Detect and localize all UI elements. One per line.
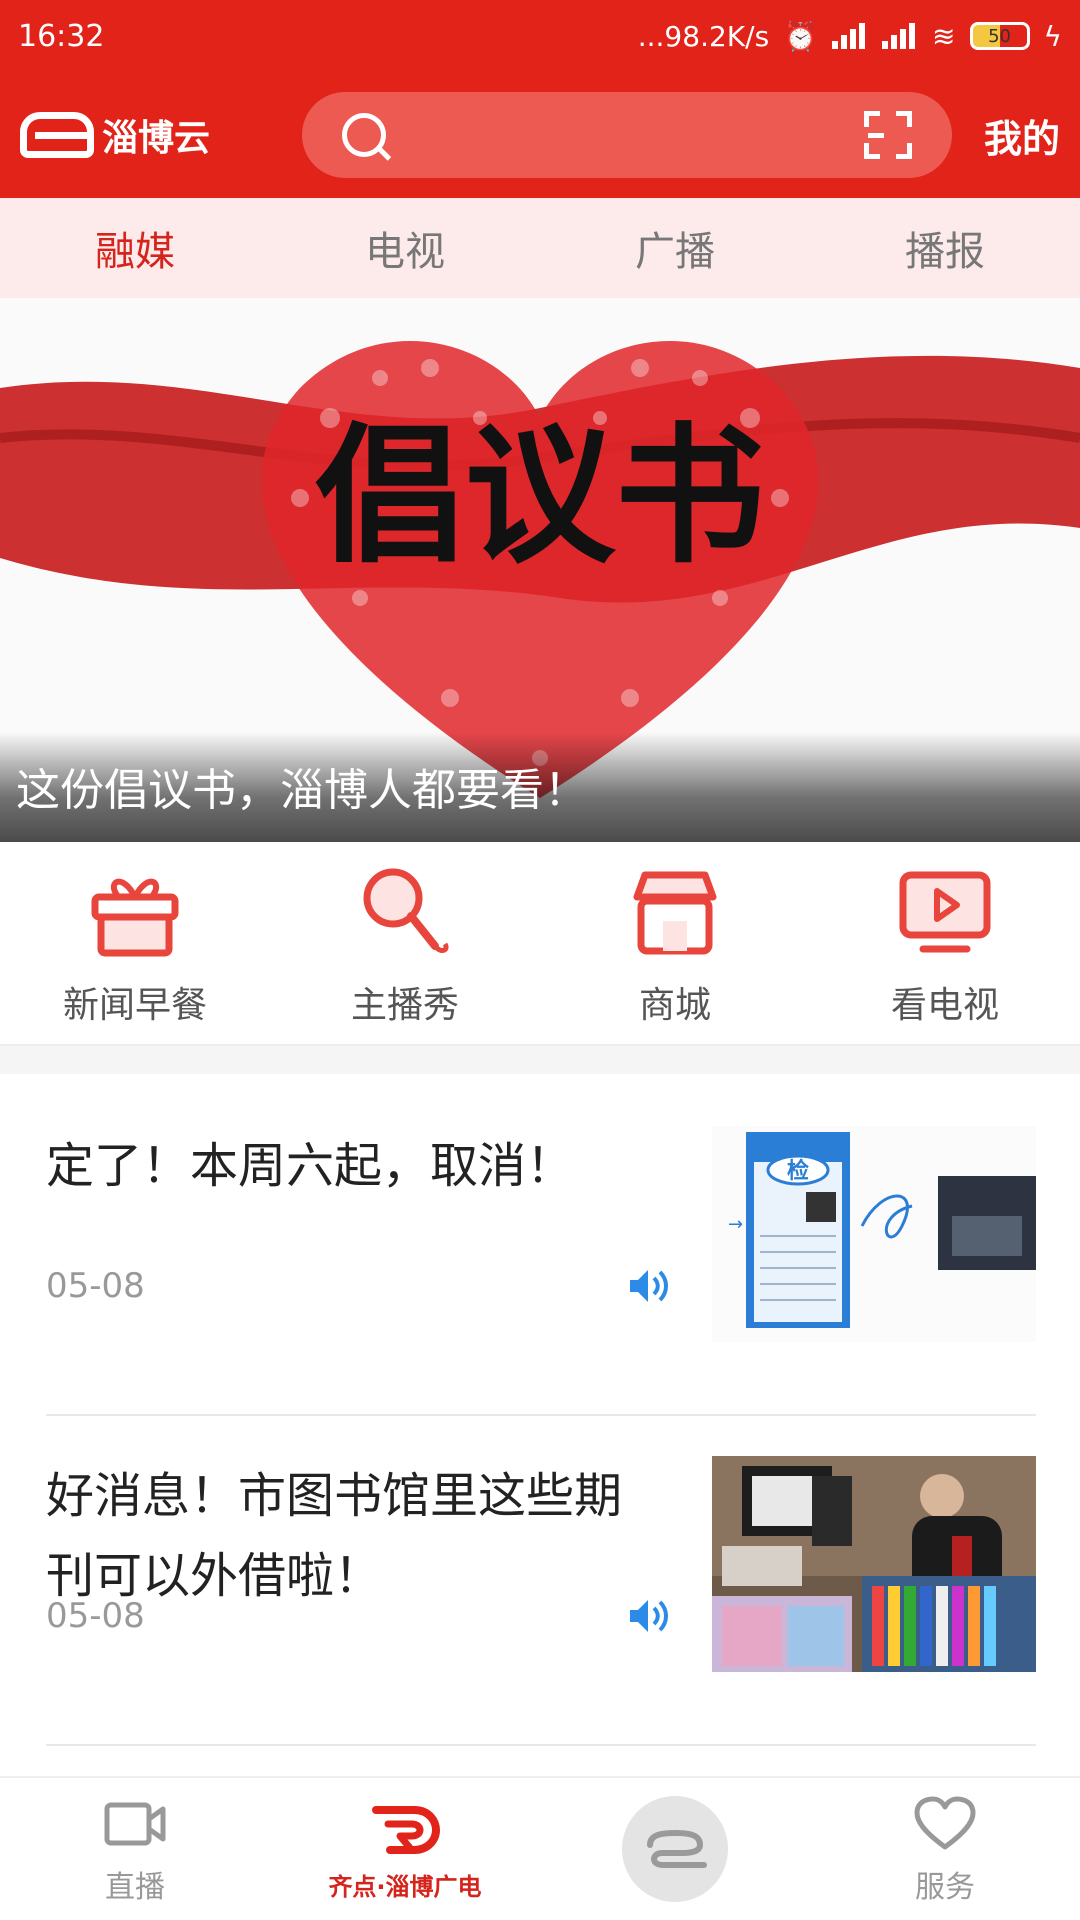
tab-tv[interactable]: 电视 [270, 198, 540, 298]
quick-link-label: 主播秀 [350, 985, 459, 1026]
status-time: 16:32 [18, 18, 105, 54]
cell-signal-icon [832, 23, 868, 49]
scan-icon[interactable] [864, 111, 912, 159]
qidian-logo-icon [370, 1797, 440, 1861]
zibo-cloud-logo-icon [20, 112, 94, 158]
nav-label: 服务 [915, 1870, 975, 1905]
my-profile-link[interactable]: 我的 [984, 108, 1060, 163]
brand-name: 淄博云 [102, 118, 211, 159]
quick-link-mall[interactable]: 商城 [540, 842, 810, 1044]
battery-level: 50 [988, 25, 1011, 47]
gift-icon [80, 862, 190, 962]
channel-tabs: 融媒 电视 广播 播报 [0, 198, 1080, 298]
nav-qidian[interactable]: 齐点·淄博广电 [270, 1778, 540, 1920]
brand-logo[interactable]: 淄博云 [20, 109, 280, 161]
cell-signal-2-icon [882, 23, 918, 49]
quick-link-label: 看电视 [890, 985, 999, 1026]
news-thumbnail: 检 → [712, 1126, 1036, 1342]
search-bar[interactable] [302, 92, 952, 178]
wifi-icon: ≋ [932, 19, 956, 53]
bottom-nav: 直播 齐点·淄博广电 服务 [0, 1776, 1080, 1920]
news-thumbnail [712, 1456, 1036, 1672]
status-bar: 16:32 ...98.2K/s ⏰ ≋ 50 ϟ [0, 0, 1080, 72]
banner-calligraphy: 倡议书 [315, 408, 765, 584]
news-title: 好消息！市图书馆里这些期刊可以外借啦！ [46, 1468, 623, 1604]
app-header: 淄博云 我的 [0, 72, 1080, 198]
quick-link-label: 新闻早餐 [62, 985, 207, 1026]
microphone-icon [350, 862, 460, 962]
tab-radio[interactable]: 广播 [540, 198, 810, 298]
quick-link-anchor-show[interactable]: 主播秀 [270, 842, 540, 1044]
charging-icon: ϟ [1043, 19, 1062, 53]
news-date: 05-08 [46, 1266, 145, 1306]
nav-label: 直播 [105, 1870, 165, 1905]
nav-live[interactable]: 直播 [0, 1778, 270, 1920]
audio-speaker-icon[interactable] [626, 1266, 670, 1306]
section-divider [0, 1046, 1080, 1074]
nav-home-center[interactable] [540, 1778, 810, 1920]
audio-speaker-icon[interactable] [626, 1596, 670, 1636]
news-title: 定了！本周六起，取消！ [46, 1138, 575, 1194]
quick-link-label: 商城 [638, 985, 711, 1026]
network-speed: ...98.2K/s [637, 19, 770, 53]
quick-links: 新闻早餐 主播秀 商城 看电视 [0, 842, 1080, 1046]
status-indicators: ...98.2K/s ⏰ ≋ 50 ϟ [638, 20, 1062, 53]
video-camera-icon [100, 1792, 170, 1856]
tab-broadcast[interactable]: 播报 [810, 198, 1080, 298]
news-date: 05-08 [46, 1596, 145, 1636]
news-item[interactable]: 好消息！市图书馆里这些期刊可以外借啦！ 05-08 [46, 1416, 1036, 1746]
search-icon[interactable] [342, 113, 386, 157]
svg-text:→: → [728, 1214, 743, 1235]
tv-play-icon [890, 862, 1000, 962]
quick-link-watch-tv[interactable]: 看电视 [810, 842, 1080, 1044]
tab-rongmei[interactable]: 融媒 [0, 198, 270, 298]
news-item[interactable]: 定了！本周六起，取消！ 05-08 检 → [46, 1086, 1036, 1416]
featured-banner[interactable]: 倡议书 这份倡议书，淄博人都要看！ [0, 298, 1080, 842]
quick-link-news-breakfast[interactable]: 新闻早餐 [0, 842, 270, 1044]
alarm-icon: ⏰ [783, 19, 819, 53]
thumb-inspection-mark: 检 [787, 1158, 809, 1184]
banner-caption: 这份倡议书，淄博人都要看！ [0, 732, 1080, 842]
zibo-cloud-logo-icon [622, 1796, 728, 1902]
heart-icon [910, 1792, 980, 1856]
battery-icon: 50 [969, 22, 1030, 50]
nav-service[interactable]: 服务 [810, 1778, 1080, 1920]
store-icon [620, 862, 730, 962]
nav-label: 齐点·淄博广电 [328, 1872, 482, 1901]
